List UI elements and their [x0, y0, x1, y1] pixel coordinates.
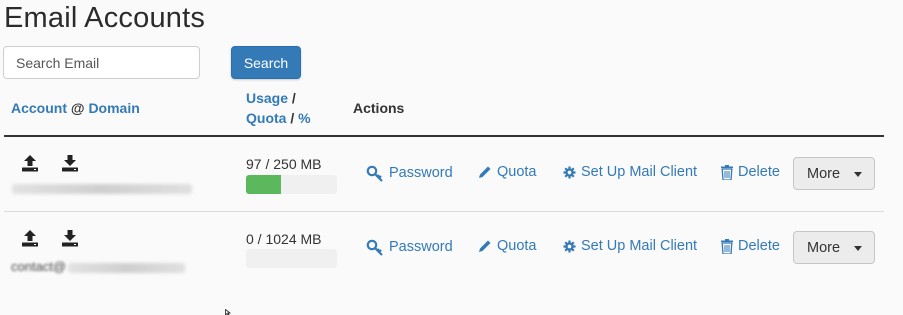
usage-text: 0 / 1024 MB	[246, 231, 322, 247]
sort-domain-link[interactable]: Domain	[88, 100, 139, 116]
upload-icon[interactable]	[21, 229, 39, 247]
password-action[interactable]: Password	[366, 238, 453, 256]
delete-action[interactable]: Delete	[721, 238, 780, 254]
mouse-cursor-icon	[225, 309, 232, 315]
search-input[interactable]	[3, 46, 200, 79]
gear-icon	[563, 165, 576, 179]
key-icon	[366, 165, 383, 182]
header-actions: Actions	[353, 100, 405, 116]
sort-account-link[interactable]: Account	[11, 100, 67, 116]
more-dropdown-button[interactable]: More	[793, 157, 875, 190]
password-action[interactable]: Password	[366, 164, 453, 182]
usage-progress-bar	[246, 249, 337, 268]
upload-icon[interactable]	[21, 154, 39, 172]
pencil-icon	[479, 240, 491, 252]
header-divider	[4, 135, 884, 137]
more-dropdown-button[interactable]: More	[793, 231, 875, 264]
row-divider	[4, 211, 884, 212]
trash-icon	[721, 164, 733, 180]
usage-progress-fill	[246, 175, 282, 194]
delete-action[interactable]: Delete	[721, 164, 780, 180]
key-icon	[366, 239, 383, 256]
header-account-domain: Account @ Domain	[11, 100, 140, 116]
sort-percent-link[interactable]: %	[298, 110, 310, 126]
usage-progress-bar	[246, 175, 337, 194]
sort-usage-link[interactable]: Usage	[246, 90, 288, 106]
redacted-account-email-mask	[68, 263, 185, 273]
redacted-account-email	[12, 184, 192, 194]
header-usage: Usage /	[246, 90, 296, 106]
header-quota: Quota / %	[246, 110, 311, 126]
quota-action[interactable]: Quota	[478, 238, 537, 254]
setup-mail-client-action[interactable]: Set Up Mail Client	[563, 164, 697, 180]
download-icon[interactable]	[61, 154, 79, 172]
page-title: Email Accounts	[4, 2, 206, 34]
sort-quota-link[interactable]: Quota	[246, 110, 286, 126]
download-icon[interactable]	[61, 229, 79, 247]
caret-down-icon	[854, 172, 862, 177]
usage-text: 97 / 250 MB	[246, 156, 322, 172]
pencil-icon	[479, 166, 491, 178]
search-button[interactable]: Search	[231, 46, 301, 79]
redacted-account-email: contact@	[11, 259, 67, 274]
gear-icon	[563, 239, 576, 253]
trash-icon	[721, 238, 733, 254]
caret-down-icon	[854, 246, 862, 251]
quota-action[interactable]: Quota	[478, 164, 537, 180]
setup-mail-client-action[interactable]: Set Up Mail Client	[563, 238, 697, 254]
